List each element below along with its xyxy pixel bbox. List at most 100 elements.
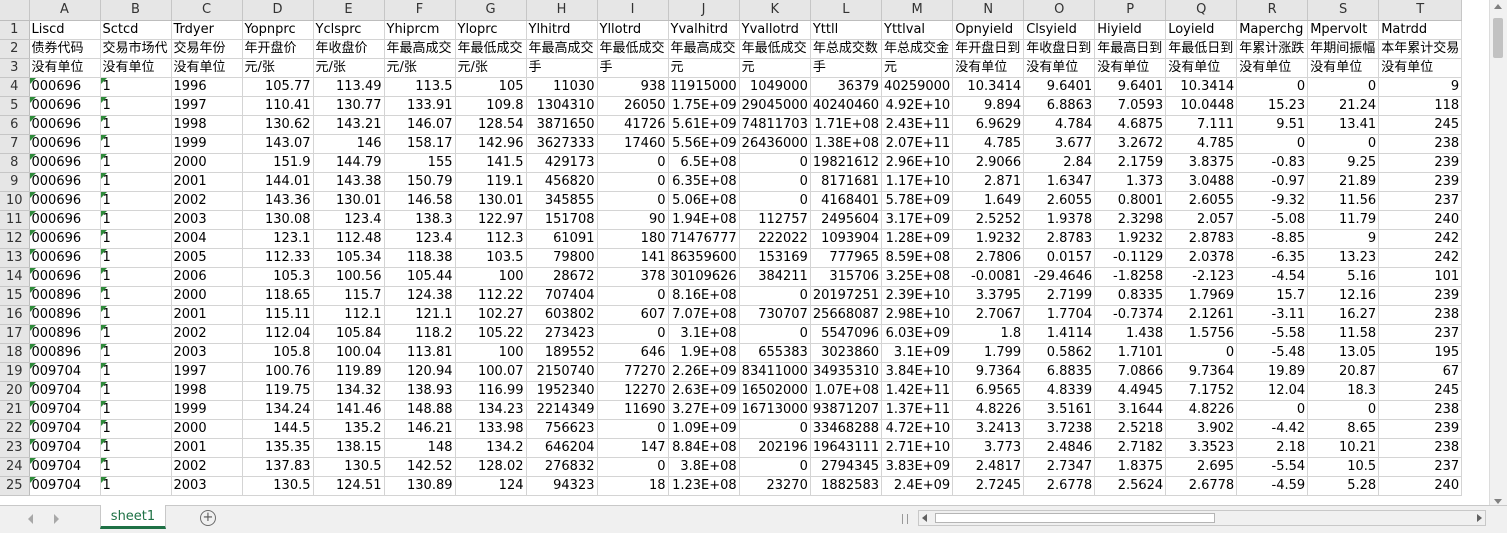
cell[interactable]: 137.83 (242, 457, 314, 477)
cell[interactable]: 8.16E+08 (668, 286, 740, 306)
cell[interactable]: 3.27E+09 (668, 400, 740, 420)
cell[interactable]: 1996 (171, 77, 243, 97)
cell[interactable]: 000696 (29, 96, 101, 116)
cell[interactable]: -5.08 (1236, 210, 1309, 230)
sheet-tab[interactable]: sheet1 (100, 505, 166, 529)
cell[interactable]: Yhiprcm (384, 20, 456, 40)
cell[interactable]: 年总成交数 (810, 39, 883, 59)
row-header[interactable]: 1 (0, 20, 30, 40)
cell[interactable]: 交易市场代 (100, 39, 172, 59)
cell[interactable]: 0.0157 (1023, 248, 1096, 268)
cell[interactable]: 777965 (810, 248, 883, 268)
cell[interactable]: 2.43E+11 (881, 115, 954, 135)
cell[interactable]: 1999 (171, 134, 243, 154)
cell[interactable]: 8.59E+08 (881, 248, 954, 268)
cell[interactable]: 没有单位 (1378, 58, 1463, 78)
cell[interactable]: 40259000 (881, 77, 954, 97)
cell[interactable]: 没有单位 (1165, 58, 1238, 78)
cell[interactable]: 11690 (597, 400, 669, 420)
cell[interactable]: 2794345 (810, 457, 883, 477)
cell[interactable]: 1.38E+08 (810, 134, 883, 154)
cell[interactable]: 11030 (526, 77, 598, 97)
scroll-up-icon[interactable] (1494, 4, 1502, 9)
cell[interactable]: 378 (597, 267, 669, 287)
cell[interactable]: -0.97 (1236, 172, 1309, 192)
cell[interactable]: 17460 (597, 134, 669, 154)
cell[interactable]: 1 (100, 134, 172, 154)
cell[interactable]: 21.89 (1307, 172, 1380, 192)
row-header[interactable]: 18 (0, 343, 30, 363)
cell[interactable]: 3871650 (526, 115, 598, 135)
cell[interactable]: 0 (739, 153, 811, 173)
cell[interactable]: 4.784 (1023, 115, 1096, 135)
cell[interactable]: 1.94E+08 (668, 210, 740, 230)
cell[interactable]: 2.63E+09 (668, 381, 740, 401)
cell[interactable]: 15.7 (1236, 286, 1309, 306)
cell[interactable]: 0.8335 (1094, 286, 1167, 306)
cell[interactable]: 2.5218 (1094, 419, 1167, 439)
cell[interactable]: 年收盘日到 (1023, 39, 1096, 59)
cell[interactable]: 25668087 (810, 305, 883, 325)
cell[interactable]: 1 (100, 191, 172, 211)
cell[interactable]: 3.8E+08 (668, 457, 740, 477)
cell[interactable]: Yvallotrd (739, 20, 811, 40)
cell[interactable]: 120.94 (384, 362, 456, 382)
cell[interactable]: 元/张 (242, 58, 314, 78)
cell[interactable]: 年最低成交 (739, 39, 811, 59)
cell[interactable]: 5.56E+09 (668, 134, 740, 154)
cell[interactable]: 2.0378 (1165, 248, 1238, 268)
row-header[interactable]: 14 (0, 267, 30, 287)
cell[interactable]: 手 (526, 58, 598, 78)
cell[interactable]: 119.1 (455, 172, 527, 192)
cell[interactable]: 1 (100, 267, 172, 287)
cell[interactable]: 5.28 (1307, 476, 1380, 496)
cell[interactable]: 100.04 (313, 343, 385, 363)
cell[interactable]: 2.871 (952, 172, 1025, 192)
cell[interactable]: 1 (100, 324, 172, 344)
cell[interactable]: 202196 (739, 438, 811, 458)
cell[interactable]: 134.24 (242, 400, 314, 420)
cell[interactable]: 9.7364 (952, 362, 1025, 382)
cell[interactable]: 元/张 (313, 58, 385, 78)
cell[interactable]: 16.27 (1307, 305, 1380, 325)
cell[interactable]: 19643111 (810, 438, 883, 458)
cell[interactable]: 年期间振幅 (1307, 39, 1380, 59)
row-header[interactable]: 4 (0, 77, 30, 97)
cell[interactable]: 135.2 (313, 419, 385, 439)
cell[interactable]: 4.8226 (952, 400, 1025, 420)
cell[interactable]: 1 (100, 362, 172, 382)
cell[interactable]: 1882583 (810, 476, 883, 496)
cell[interactable]: 0 (1307, 134, 1380, 154)
cell[interactable]: 1 (100, 96, 172, 116)
cell[interactable]: 147 (597, 438, 669, 458)
cell[interactable]: 2.8783 (1165, 229, 1238, 249)
cell[interactable]: 没有单位 (1023, 58, 1096, 78)
cell[interactable]: 26436000 (739, 134, 811, 154)
cell[interactable]: 0 (1236, 400, 1309, 420)
cell[interactable]: 2150740 (526, 362, 598, 382)
cell[interactable]: 3.773 (952, 438, 1025, 458)
cell[interactable]: 1.28E+09 (881, 229, 954, 249)
cell[interactable]: 3.17E+09 (881, 210, 954, 230)
next-sheet-icon[interactable] (54, 514, 59, 524)
cell[interactable]: 40240460 (810, 96, 883, 116)
cell[interactable]: 2006 (171, 267, 243, 287)
cell[interactable]: 110.41 (242, 96, 314, 116)
cell[interactable]: 603802 (526, 305, 598, 325)
cell[interactable]: 143.36 (242, 191, 314, 211)
cell[interactable]: 135.35 (242, 438, 314, 458)
row-header[interactable]: 17 (0, 324, 30, 344)
cell[interactable]: 100 (455, 267, 527, 287)
cell[interactable]: 000696 (29, 229, 101, 249)
cell[interactable]: 130.77 (313, 96, 385, 116)
row-header[interactable]: 20 (0, 381, 30, 401)
cell[interactable]: 9.25 (1307, 153, 1380, 173)
cell[interactable]: 2.4E+09 (881, 476, 954, 496)
vertical-scrollbar[interactable] (1489, 0, 1507, 508)
cell[interactable]: 116.99 (455, 381, 527, 401)
add-sheet-icon[interactable]: + (200, 510, 216, 526)
column-header-f[interactable]: F (384, 0, 456, 21)
cell[interactable]: 146.58 (384, 191, 456, 211)
cell[interactable]: 29045000 (739, 96, 811, 116)
cell[interactable]: 009704 (29, 381, 101, 401)
